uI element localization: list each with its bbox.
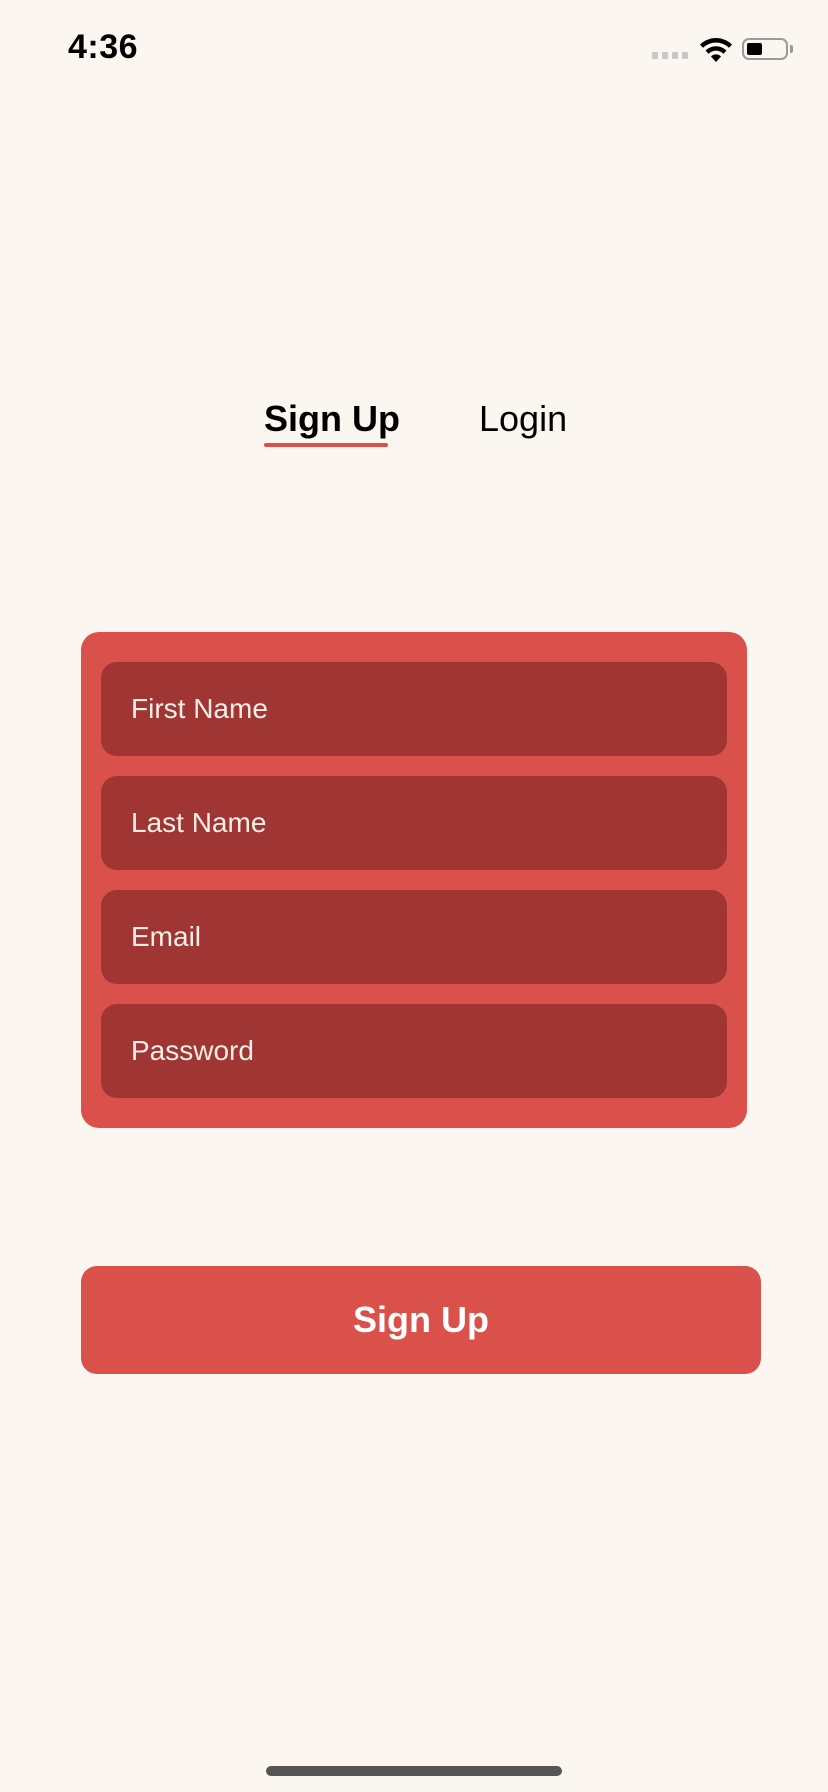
battery-level bbox=[747, 43, 762, 55]
tab-login[interactable]: Login bbox=[479, 398, 567, 440]
last-name-input[interactable] bbox=[101, 776, 727, 870]
tab-sign-up[interactable]: Sign Up bbox=[264, 398, 400, 440]
status-time: 4:36 bbox=[68, 28, 139, 66]
home-indicator[interactable] bbox=[266, 1766, 562, 1776]
auth-tabs: Sign Up Login bbox=[0, 398, 828, 458]
cellular-signal-icon bbox=[652, 52, 688, 59]
sign-up-button[interactable]: Sign Up bbox=[81, 1266, 761, 1374]
battery-cap bbox=[790, 45, 793, 53]
email-input[interactable] bbox=[101, 890, 727, 984]
password-field-container bbox=[101, 1004, 727, 1098]
first-name-input[interactable] bbox=[101, 662, 727, 756]
last-name-field-container bbox=[101, 776, 727, 870]
password-input[interactable] bbox=[101, 1004, 727, 1098]
email-field-container bbox=[101, 890, 727, 984]
sign-up-form bbox=[81, 632, 747, 1128]
first-name-field-container bbox=[101, 662, 727, 756]
battery-icon bbox=[742, 38, 788, 60]
wifi-icon bbox=[700, 38, 732, 62]
active-tab-indicator bbox=[264, 443, 388, 447]
status-bar: 4:36 bbox=[0, 0, 828, 96]
